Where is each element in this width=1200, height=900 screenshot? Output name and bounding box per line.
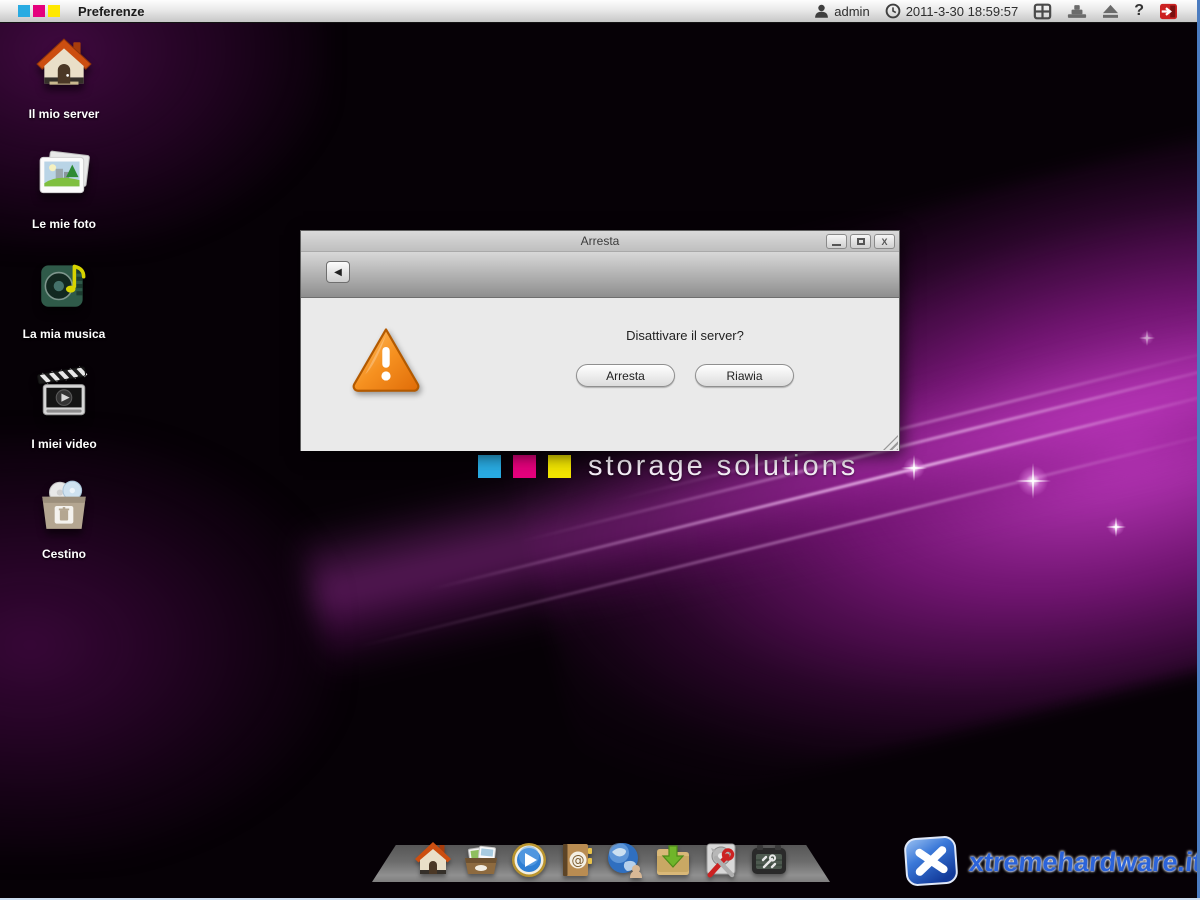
address-book-icon: @ <box>557 840 597 880</box>
logo-square-magenta <box>33 5 45 17</box>
desktop-item-label: Cestino <box>42 547 86 561</box>
dock-item-media-player[interactable] <box>509 840 549 880</box>
svg-text:@: @ <box>572 854 585 869</box>
logo-square-cyan <box>18 5 30 17</box>
desktop-item-label: La mia musica <box>23 327 106 341</box>
desktop-item-my-music[interactable]: La mia musica <box>8 252 120 362</box>
close-button[interactable]: X <box>874 234 895 249</box>
dialog-buttons: Arresta Riawia <box>549 364 821 387</box>
sparkle-star <box>1106 517 1126 537</box>
desktop-screen: Preferenze admin 2011-3-30 18:59:57 <box>0 0 1200 900</box>
user-icon <box>814 3 829 19</box>
dialog-content: Disattivare il server? Arresta Riawia <box>301 298 899 451</box>
minimize-icon <box>832 244 841 246</box>
desktop-item-label: Il mio server <box>29 107 100 121</box>
watermark-text: xtremehardware.it <box>968 847 1200 878</box>
desktop-item-label: Le mie foto <box>32 217 96 231</box>
globe-user-icon <box>605 840 645 880</box>
toolbox-icon <box>749 840 789 880</box>
desktop-icon-list: Il mio server Le mie foto <box>8 32 120 582</box>
media-player-icon <box>509 840 549 880</box>
clock-icon <box>885 3 901 19</box>
datetime: 2011-3-30 18:59:57 <box>906 4 1019 19</box>
eject-icon <box>1102 4 1119 19</box>
dock-item-disk-utility[interactable] <box>701 840 741 880</box>
dock-item-downloads[interactable] <box>653 840 693 880</box>
back-button[interactable]: ◀ <box>326 261 350 283</box>
status-icon <box>1067 4 1087 19</box>
dock-item-contacts[interactable]: @ <box>557 840 597 880</box>
maximize-button[interactable] <box>850 234 871 249</box>
disk-tools-icon <box>701 840 741 880</box>
trash-icon <box>35 476 93 534</box>
brand-square-magenta <box>513 455 536 478</box>
brand-square-cyan <box>478 455 501 478</box>
minimize-button[interactable] <box>826 234 847 249</box>
photo-box-icon <box>461 840 501 880</box>
music-icon <box>35 256 93 314</box>
sparkle-star <box>1139 330 1155 346</box>
username: admin <box>834 4 869 19</box>
photos-icon <box>35 146 93 204</box>
storage-solutions-branding: storage solutions <box>478 451 858 481</box>
resize-grip[interactable] <box>883 435 898 450</box>
dialog-toolbar: ◀ <box>301 252 899 298</box>
dock-item-photos[interactable] <box>461 840 501 880</box>
menu-preferenze[interactable]: Preferenze <box>78 4 144 19</box>
user-menu[interactable]: admin <box>814 3 869 19</box>
logo-square-yellow <box>48 5 60 17</box>
brand-square-yellow <box>548 455 571 478</box>
branding-text: storage solutions <box>588 450 858 483</box>
clock-display: 2011-3-30 18:59:57 <box>885 3 1019 19</box>
dialog-message: Disattivare il server? <box>549 328 821 343</box>
xtremehardware-watermark: xtremehardware.it <box>903 835 1200 889</box>
app-grid-icon <box>1033 3 1052 20</box>
dock-item-network[interactable] <box>605 840 645 880</box>
desktop-item-trash[interactable]: Cestino <box>8 472 120 582</box>
app-grid-button[interactable] <box>1033 3 1052 20</box>
maximize-icon <box>857 238 865 245</box>
dialog-title: Arresta <box>301 234 899 248</box>
status-button[interactable] <box>1067 4 1087 19</box>
window-controls: X <box>826 234 895 249</box>
desktop-item-my-server[interactable]: Il mio server <box>8 32 120 142</box>
xtremehardware-logo-icon <box>903 835 961 889</box>
home-icon <box>413 840 453 880</box>
dialog-titlebar[interactable]: Arresta X <box>301 231 899 252</box>
dock-item-toolbox[interactable] <box>749 840 789 880</box>
riavvia-button[interactable]: Riawia <box>695 364 794 387</box>
help-button[interactable]: ? <box>1134 2 1144 20</box>
logout-icon <box>1159 3 1178 20</box>
brand-logo-squares <box>18 5 60 17</box>
desktop-item-my-photos[interactable]: Le mie foto <box>8 142 120 252</box>
video-icon <box>35 366 93 424</box>
home-icon <box>35 36 93 94</box>
download-folder-icon <box>653 840 693 880</box>
arresta-button[interactable]: Arresta <box>576 364 675 387</box>
eject-button[interactable] <box>1102 4 1119 19</box>
warning-icon <box>351 326 421 392</box>
arresta-dialog: Arresta X ◀ <box>300 230 900 451</box>
dock-item-home[interactable] <box>413 840 453 880</box>
dock: @ <box>372 840 830 880</box>
menubar: Preferenze admin 2011-3-30 18:59:57 <box>0 0 1200 23</box>
desktop-item-my-videos[interactable]: I miei video <box>8 362 120 472</box>
logout-button[interactable] <box>1159 3 1178 20</box>
desktop-item-label: I miei video <box>31 437 96 451</box>
